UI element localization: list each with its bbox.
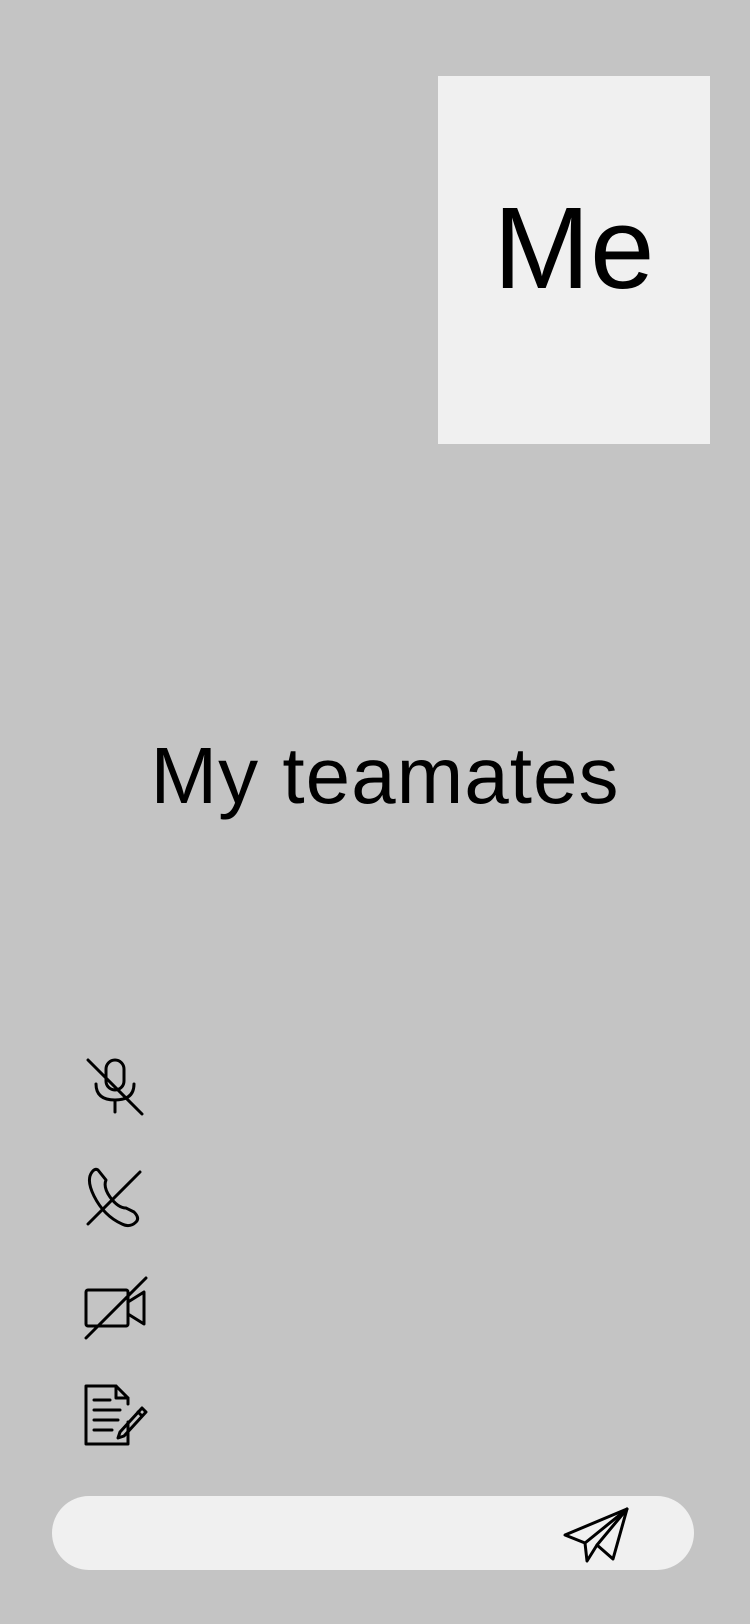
notes-button[interactable] — [82, 1382, 148, 1448]
teammates-area-label: My teamates — [150, 731, 620, 820]
mute-microphone-button[interactable] — [82, 1054, 148, 1120]
document-edit-icon — [84, 1384, 148, 1446]
self-video-tile[interactable]: Me — [438, 76, 710, 444]
message-bar — [52, 1496, 694, 1572]
end-call-button[interactable] — [82, 1164, 148, 1230]
self-tile-label: Me — [493, 183, 655, 313]
message-input[interactable] — [82, 1496, 596, 1572]
camera-off-button[interactable] — [82, 1274, 148, 1340]
microphone-muted-icon — [86, 1058, 144, 1116]
phone-off-icon — [86, 1167, 142, 1228]
paper-plane-icon — [563, 1507, 629, 1563]
video-off-icon — [84, 1276, 148, 1340]
send-button[interactable] — [562, 1504, 632, 1564]
